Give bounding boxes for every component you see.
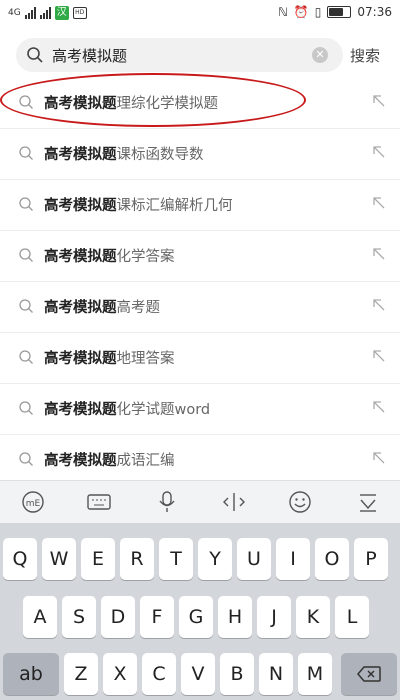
suggestion-rest: 成语汇编 [116,453,175,469]
search-icon [19,452,33,466]
suggestion-bold: 高考模拟题 [44,453,117,469]
suggestion-item[interactable]: 高考模拟题化学试题word [0,384,400,435]
suggestion-bold: 高考模拟题 [44,351,117,367]
suggestion-rest: 理综化学模拟题 [116,96,219,112]
search-button[interactable]: 搜索 [350,45,380,66]
input-method-icon[interactable]: mE [20,490,46,514]
status-right: ℕ ⏰ ▯ 07:36 [278,5,392,19]
key-z[interactable]: Z [64,653,98,695]
suggestion-item[interactable]: 高考模拟题理综化学模拟题 [0,78,400,129]
key-h[interactable]: H [218,596,252,638]
search-icon [19,197,33,211]
fill-arrow-icon[interactable] [372,196,386,210]
key-p[interactable]: P [354,538,388,580]
fill-arrow-icon[interactable] [372,349,386,363]
key-v[interactable]: V [181,653,215,695]
key-e[interactable]: E [81,538,115,580]
emoji-icon[interactable] [288,490,312,514]
search-icon [19,299,33,313]
suggestion-bold: 高考模拟题 [44,300,117,316]
nfc-icon: ℕ [278,5,288,19]
key-r[interactable]: R [120,538,154,580]
backspace-key[interactable] [341,653,397,695]
network-label: 4G [8,8,21,18]
microphone-icon[interactable] [156,490,178,514]
svg-text:mE: mE [26,499,41,509]
battery-icon [327,6,352,18]
alarm-icon: ⏰ [293,5,309,19]
keyboard-icon[interactable] [86,490,112,514]
backspace-icon [357,666,381,682]
suggestion-bold: 高考模拟题 [44,402,117,418]
search-query: 高考模拟题 [52,47,128,65]
key-g[interactable]: G [179,596,213,638]
keyboard: Q W E R T Y U I O P A S D F G H J K L ab… [0,523,400,700]
status-left: 4G 汉 HD [8,6,87,20]
vibrate-icon: ▯ [314,5,322,19]
keyboard-toolbar: mE [0,480,400,523]
key-l[interactable]: L [335,596,369,638]
hd-icon: HD [72,7,87,19]
fill-arrow-icon[interactable] [372,400,386,414]
app-badge-icon: 汉 [54,6,69,20]
suggestion-bold: 高考模拟题 [44,249,117,265]
key-o[interactable]: O [315,538,349,580]
key-a[interactable]: A [23,596,57,638]
suggestion-item[interactable]: 高考模拟题成语汇编 [0,435,400,486]
key-x[interactable]: X [103,653,137,695]
suggestion-rest: 化学答案 [116,249,175,265]
signal-icon-2 [39,7,51,19]
suggestion-rest: 课标汇编解析几何 [116,198,233,214]
hide-keyboard-icon[interactable] [356,490,380,514]
search-input[interactable]: 高考模拟题 ✕ [16,38,343,72]
suggestion-item[interactable]: 高考模拟题地理答案 [0,333,400,384]
key-j[interactable]: J [257,596,291,638]
key-m[interactable]: M [298,653,332,695]
key-u[interactable]: U [237,538,271,580]
key-i[interactable]: I [276,538,310,580]
suggestion-rest: 高考题 [116,300,161,316]
search-icon [19,350,33,364]
clock: 07:36 [357,5,392,19]
suggestion-item[interactable]: 高考模拟题课标函数导数 [0,129,400,180]
fill-arrow-icon[interactable] [372,145,386,159]
key-d[interactable]: D [101,596,135,638]
suggestion-bold: 高考模拟题 [44,96,117,112]
fill-arrow-icon[interactable] [372,451,386,465]
search-icon [19,95,33,109]
key-s[interactable]: S [62,596,96,638]
key-w[interactable]: W [42,538,76,580]
suggestion-item[interactable]: 高考模拟题课标汇编解析几何 [0,180,400,231]
suggestion-bold: 高考模拟题 [44,198,117,214]
search-icon [19,146,33,160]
key-f[interactable]: F [140,596,174,638]
key-t[interactable]: T [159,538,193,580]
cursor-icon[interactable] [221,490,247,514]
key-n[interactable]: N [259,653,293,695]
suggestion-rest: 化学试题word [116,402,211,418]
key-q[interactable]: Q [3,538,37,580]
fill-arrow-icon[interactable] [372,298,386,312]
search-icon [19,401,33,415]
key-k[interactable]: K [296,596,330,638]
suggestion-bold: 高考模拟题 [44,147,117,163]
fill-arrow-icon[interactable] [372,247,386,261]
fill-arrow-icon[interactable] [372,94,386,108]
signal-icon [24,7,36,19]
ab-key[interactable]: ab [3,653,59,695]
search-icon [27,47,43,63]
key-y[interactable]: Y [198,538,232,580]
suggestion-item[interactable]: 高考模拟题高考题 [0,282,400,333]
key-b[interactable]: B [220,653,254,695]
suggestion-rest: 课标函数导数 [116,147,204,163]
search-icon [19,248,33,262]
key-c[interactable]: C [142,653,176,695]
suggestion-rest: 地理答案 [116,351,175,367]
suggestion-item[interactable]: 高考模拟题化学答案 [0,231,400,282]
status-bar: 4G 汉 HD ℕ ⏰ ▯ 07:36 [0,0,400,28]
clear-icon[interactable]: ✕ [312,47,328,63]
